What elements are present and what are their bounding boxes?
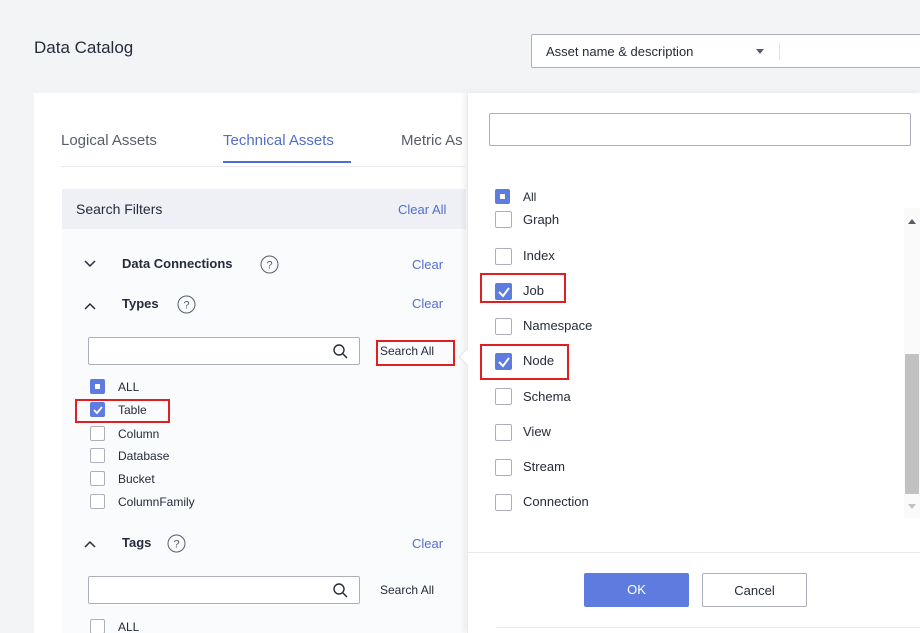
tab-logical-assets[interactable]: Logical Assets [61, 132, 157, 149]
option-label: Stream [523, 459, 565, 474]
types-label: Types [122, 296, 159, 311]
tags-search-all-button[interactable]: Search All [380, 583, 434, 597]
cancel-button[interactable]: Cancel [702, 573, 807, 607]
checkbox[interactable] [90, 448, 105, 463]
option-label: ColumnFamily [118, 495, 195, 509]
svg-text:?: ? [183, 300, 189, 312]
option-label: All [523, 190, 537, 204]
bottom-divider [497, 627, 920, 628]
tags-search-input[interactable] [88, 576, 360, 604]
types-clear[interactable]: Clear [412, 296, 443, 311]
highlight-box [75, 399, 170, 423]
popup-search-input[interactable] [489, 113, 911, 146]
tags-label: Tags [122, 535, 152, 550]
search-icon [333, 583, 348, 598]
data-connections-label: Data Connections [122, 256, 233, 271]
option-label: Column [118, 427, 160, 441]
checkbox[interactable] [495, 424, 512, 441]
highlight-box [480, 344, 569, 380]
divider [779, 43, 780, 60]
highlight-box [376, 340, 455, 366]
checkbox[interactable] [90, 471, 105, 486]
page-title: Data Catalog [34, 38, 134, 57]
scroll-down-arrow-icon[interactable] [908, 504, 916, 509]
checkbox[interactable] [495, 211, 512, 228]
popup-pointer-fill [460, 349, 468, 365]
option-label: ALL [118, 380, 140, 394]
checkbox[interactable] [495, 459, 512, 476]
tab-metric-assets[interactable]: Metric As [401, 132, 467, 149]
chevron-up-icon[interactable] [84, 302, 96, 310]
chevron-down-icon[interactable] [84, 260, 96, 268]
search-mode-value: Asset name & description [546, 44, 694, 59]
checkbox[interactable] [90, 379, 105, 394]
help-icon[interactable]: ? [260, 255, 279, 274]
checkbox[interactable] [495, 388, 512, 405]
checkbox[interactable] [90, 494, 105, 509]
checkbox[interactable] [495, 248, 512, 265]
option-label: Connection [523, 494, 589, 509]
option-label: Graph [523, 212, 560, 227]
tab-active-indicator [223, 161, 351, 163]
checkbox[interactable] [90, 426, 105, 441]
checkbox[interactable] [495, 318, 512, 335]
scroll-up-arrow-icon[interactable] [908, 219, 916, 224]
popup-footer-divider [467, 552, 920, 553]
data-connections-clear[interactable]: Clear [412, 257, 443, 272]
tab-technical-assets[interactable]: Technical Assets [223, 132, 334, 149]
chevron-up-icon[interactable] [84, 540, 96, 548]
option-label: Index [523, 248, 555, 263]
option-label: Database [118, 449, 170, 463]
option-label: Namespace [523, 318, 593, 333]
tabs-divider [61, 166, 465, 167]
help-icon[interactable]: ? [167, 534, 186, 553]
chevron-down-icon [756, 49, 764, 54]
svg-text:?: ? [266, 260, 272, 272]
help-icon[interactable]: ? [177, 295, 196, 314]
option-label: Schema [523, 389, 571, 404]
clear-all-link[interactable]: Clear All [398, 202, 446, 217]
search-icon [333, 344, 348, 359]
cancel-button-label: Cancel [734, 583, 775, 598]
option-label: Bucket [118, 472, 155, 486]
svg-text:?: ? [173, 539, 179, 551]
option-label: ALL [118, 620, 140, 633]
option-label: View [523, 424, 551, 439]
checkbox[interactable] [495, 189, 510, 204]
types-search-input[interactable] [88, 337, 360, 365]
highlight-box [480, 273, 566, 303]
tags-clear[interactable]: Clear [412, 536, 443, 551]
ok-button-label: OK [627, 582, 646, 597]
search-mode-select[interactable]: Asset name & description [531, 34, 920, 68]
filters-title: Search Filters [76, 201, 163, 217]
checkbox[interactable] [495, 494, 512, 511]
checkbox[interactable] [90, 619, 105, 633]
scrollbar-thumb[interactable] [905, 354, 919, 494]
ok-button[interactable]: OK [584, 573, 689, 607]
